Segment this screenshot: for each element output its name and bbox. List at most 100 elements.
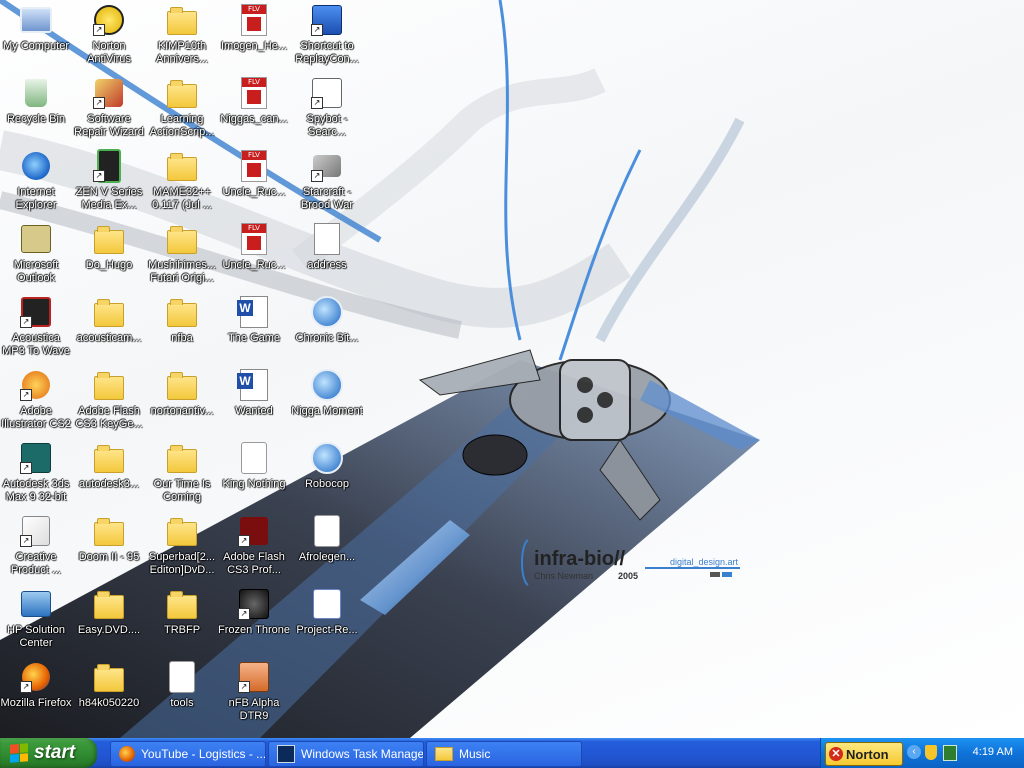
desktop-icon-address[interactable]: address <box>291 219 363 292</box>
shortcut-arrow-icon: ↗ <box>311 170 323 182</box>
desktop-icon-chronic-bit[interactable]: Chronic Bit... <box>291 292 363 365</box>
desktop-icon-doom-ii-95[interactable]: Doom II - 95 <box>73 511 145 584</box>
desktop-icon-microsoft-outlook[interactable]: Microsoft Outlook <box>0 219 72 292</box>
wallpaper-site: digital_design.art <box>670 557 739 567</box>
desktop-icon-uncle-ruc[interactable]: Uncle_Ruc... <box>218 219 290 292</box>
desktop-icon-acoustica-mp3-to-wave-c[interactable]: ↗ Acoustica MP3 To Wave C... <box>0 292 72 365</box>
desktop-icon-easy-dvd[interactable]: Easy.DVD.... <box>73 584 145 657</box>
desktop-icon-wanted[interactable]: Wanted <box>218 365 290 438</box>
desktop-icon-label: Internet Explorer <box>15 186 57 211</box>
desktop-icon-kimp10th-annivers[interactable]: KIMP10th Annivers... <box>146 0 218 73</box>
desktop-icon-label: autodesk3... <box>79 478 139 490</box>
desktop-icon-recycle-bin[interactable]: Recycle Bin <box>0 73 72 146</box>
desktop-icon-tools[interactable]: tools <box>146 657 218 730</box>
desktop-icon-robocop[interactable]: Robocop <box>291 438 363 511</box>
desktop-icon-my-computer[interactable]: My Computer <box>0 0 72 73</box>
clock[interactable]: 4:19 AM <box>973 746 1013 758</box>
desktop-icon-label: Spybot - Searc... <box>306 113 348 138</box>
firefox-icon <box>119 746 135 762</box>
app-red-icon: ↗ <box>20 296 52 328</box>
desktop-icon-nigga-moment[interactable]: Nigga Moment <box>291 365 363 438</box>
taskbar-button-music[interactable]: Music <box>426 741 582 767</box>
desktop-icon-label: MAME32++ 0.117 (Jul ... <box>152 186 212 211</box>
desktop-icon-software-repair-wizard[interactable]: ↗ Software Repair Wizard <box>73 73 145 146</box>
desktop-icon-uncle-ruc[interactable]: Uncle_Ruc... <box>218 146 290 219</box>
wallpaper-author: Chris Newman <box>534 571 593 581</box>
folder-icon <box>166 369 198 401</box>
norton-x-icon: ✕ <box>829 747 843 761</box>
folder-icon <box>166 4 198 36</box>
desktop-icon-nfba[interactable]: nfba <box>146 292 218 365</box>
desktop-icon-learning-actionscrip[interactable]: Learning ActionScrip... <box>146 73 218 146</box>
desktop-icon-internet-explorer[interactable]: Internet Explorer <box>0 146 72 219</box>
norton-tray-button[interactable]: ✕ Norton <box>825 742 903 766</box>
desktop[interactable]: infra-bio// Chris Newman 2005 digital_de… <box>0 0 1024 738</box>
desktop-icon-label: HP Solution Center <box>7 624 65 649</box>
mp3-icon <box>238 442 270 474</box>
desktop-icon-frozen-throne[interactable]: ↗ Frozen Throne <box>218 584 290 657</box>
shortcut-arrow-icon: ↗ <box>20 389 32 401</box>
desktop-icon-king-nothing[interactable]: King Nothing <box>218 438 290 511</box>
taskbar-button-youtube[interactable]: YouTube - Logistics - ... <box>110 741 266 767</box>
wmv-icon <box>311 515 343 547</box>
desktop-icon-autodesk-3ds-max-9-32-bit[interactable]: ↗ Autodesk 3ds Max 9 32-bit <box>0 438 72 511</box>
desktop-icon-label: Norton AntiVirus <box>87 40 131 65</box>
desktop-icon-trbfp[interactable]: TRBFP <box>146 584 218 657</box>
desktop-icon-adobe-flash-cs3-keyge[interactable]: Adobe Flash CS3 KeyGe... <box>73 365 145 438</box>
shortcut-arrow-icon: ↗ <box>93 24 105 36</box>
desktop-icon-label: Software Repair Wizard <box>74 113 144 138</box>
desktop-icon-label: King Nothing <box>222 478 286 490</box>
desktop-icon-hp-solution-center[interactable]: HP Solution Center <box>0 584 72 657</box>
desktop-icon-adobe-illustrator-cs2[interactable]: ↗ Adobe Illustrator CS2 <box>0 365 72 438</box>
desktop-icon-label: Chronic Bit... <box>295 332 359 344</box>
desktop-icon-nortonantiv[interactable]: nortonantiv... <box>146 365 218 438</box>
desktop-icon-superbad-2-editon-dvd[interactable]: Superbad[2... Editon]DvD... <box>146 511 218 584</box>
shortcut-arrow-icon: ↗ <box>93 97 105 109</box>
computer-icon <box>20 4 52 36</box>
shortcut-arrow-icon: ↗ <box>238 608 250 620</box>
folder-icon <box>166 296 198 328</box>
desktop-icon-niggas-can[interactable]: Niggas_can... <box>218 73 290 146</box>
desktop-icon-autodesk3[interactable]: autodesk3... <box>73 438 145 511</box>
desktop-icon-mozilla-firefox[interactable]: ↗ Mozilla Firefox <box>0 657 72 730</box>
chevron-left-icon[interactable]: ‹ <box>907 745 921 759</box>
desktop-icon-starcraft-brood-war[interactable]: ↗ Starcraft - Brood War <box>291 146 363 219</box>
shortcut-arrow-icon: ↗ <box>238 681 250 693</box>
desktop-icon-label: Microsoft Outlook <box>13 259 59 284</box>
shield-icon[interactable] <box>925 745 937 760</box>
flv-file-icon <box>238 150 270 182</box>
desktop-icon-label: Uncle_Ruc... <box>222 259 286 271</box>
desktop-icon-spybot-searc[interactable]: ↗ Spybot - Searc... <box>291 73 363 146</box>
desktop-icon-creative-product[interactable]: ↗ Creative Product ... <box>0 511 72 584</box>
desktop-icon-zen-v-series-media-ex[interactable]: ↗ ZEN V Series Media Ex... <box>73 146 145 219</box>
app-blue-icon: ↗ <box>311 4 343 36</box>
word-document-icon <box>237 369 270 401</box>
shortcut-arrow-icon: ↗ <box>311 24 323 36</box>
desktop-icon-our-time-is-coming[interactable]: Our Time Is Coming <box>146 438 218 511</box>
folder-icon <box>93 369 125 401</box>
fla-icon <box>166 661 198 693</box>
desktop-icon-the-game[interactable]: The Game <box>218 292 290 365</box>
monitor-icon[interactable] <box>943 745 957 761</box>
desktop-icon-shortcut-to-replaycon[interactable]: ↗ Shortcut to ReplayCon... <box>291 0 363 73</box>
desktop-icon-mushihimes-futari-origi[interactable]: Mushihimes... Futari Origi... <box>146 219 218 292</box>
desktop-icon-label: acousticam... <box>76 332 142 344</box>
desktop-icon-label: tools <box>170 697 194 709</box>
desktop-icon-afrolegen[interactable]: Afrolegen... <box>291 511 363 584</box>
desktop-icon-do-hugo[interactable]: Do_Hugo <box>73 219 145 292</box>
flv-file-icon <box>238 223 270 255</box>
start-button[interactable]: start <box>0 738 97 768</box>
app-wizard-icon: ↗ <box>93 77 125 109</box>
desktop-icon-acousticam[interactable]: acousticam... <box>73 292 145 365</box>
desktop-icon-adobe-flash-cs3-prof[interactable]: ↗ Adobe Flash CS3 Prof... <box>218 511 290 584</box>
desktop-icon-imogen-he[interactable]: Imogen_He... <box>218 0 290 73</box>
desktop-icon-norton-antivirus[interactable]: ↗ Norton AntiVirus <box>73 0 145 73</box>
desktop-icon-nfb-alpha-dtr9[interactable]: ↗ nFB Alpha DTR9 <box>218 657 290 730</box>
taskbar-button-task-manager[interactable]: Windows Task Manager <box>268 741 424 767</box>
desktop-icon-project-re[interactable]: Project-Re... <box>291 584 363 657</box>
taskbar: start YouTube - Logistics - ... Windows … <box>0 738 1024 768</box>
desktop-icon-h84k050220[interactable]: h84k050220 <box>73 657 145 730</box>
desktop-icon-label: Doom II - 95 <box>78 551 140 563</box>
desktop-icon-label: Mushihimes... Futari Origi... <box>148 259 216 284</box>
desktop-icon-mame32-0-117-jul[interactable]: MAME32++ 0.117 (Jul ... <box>146 146 218 219</box>
